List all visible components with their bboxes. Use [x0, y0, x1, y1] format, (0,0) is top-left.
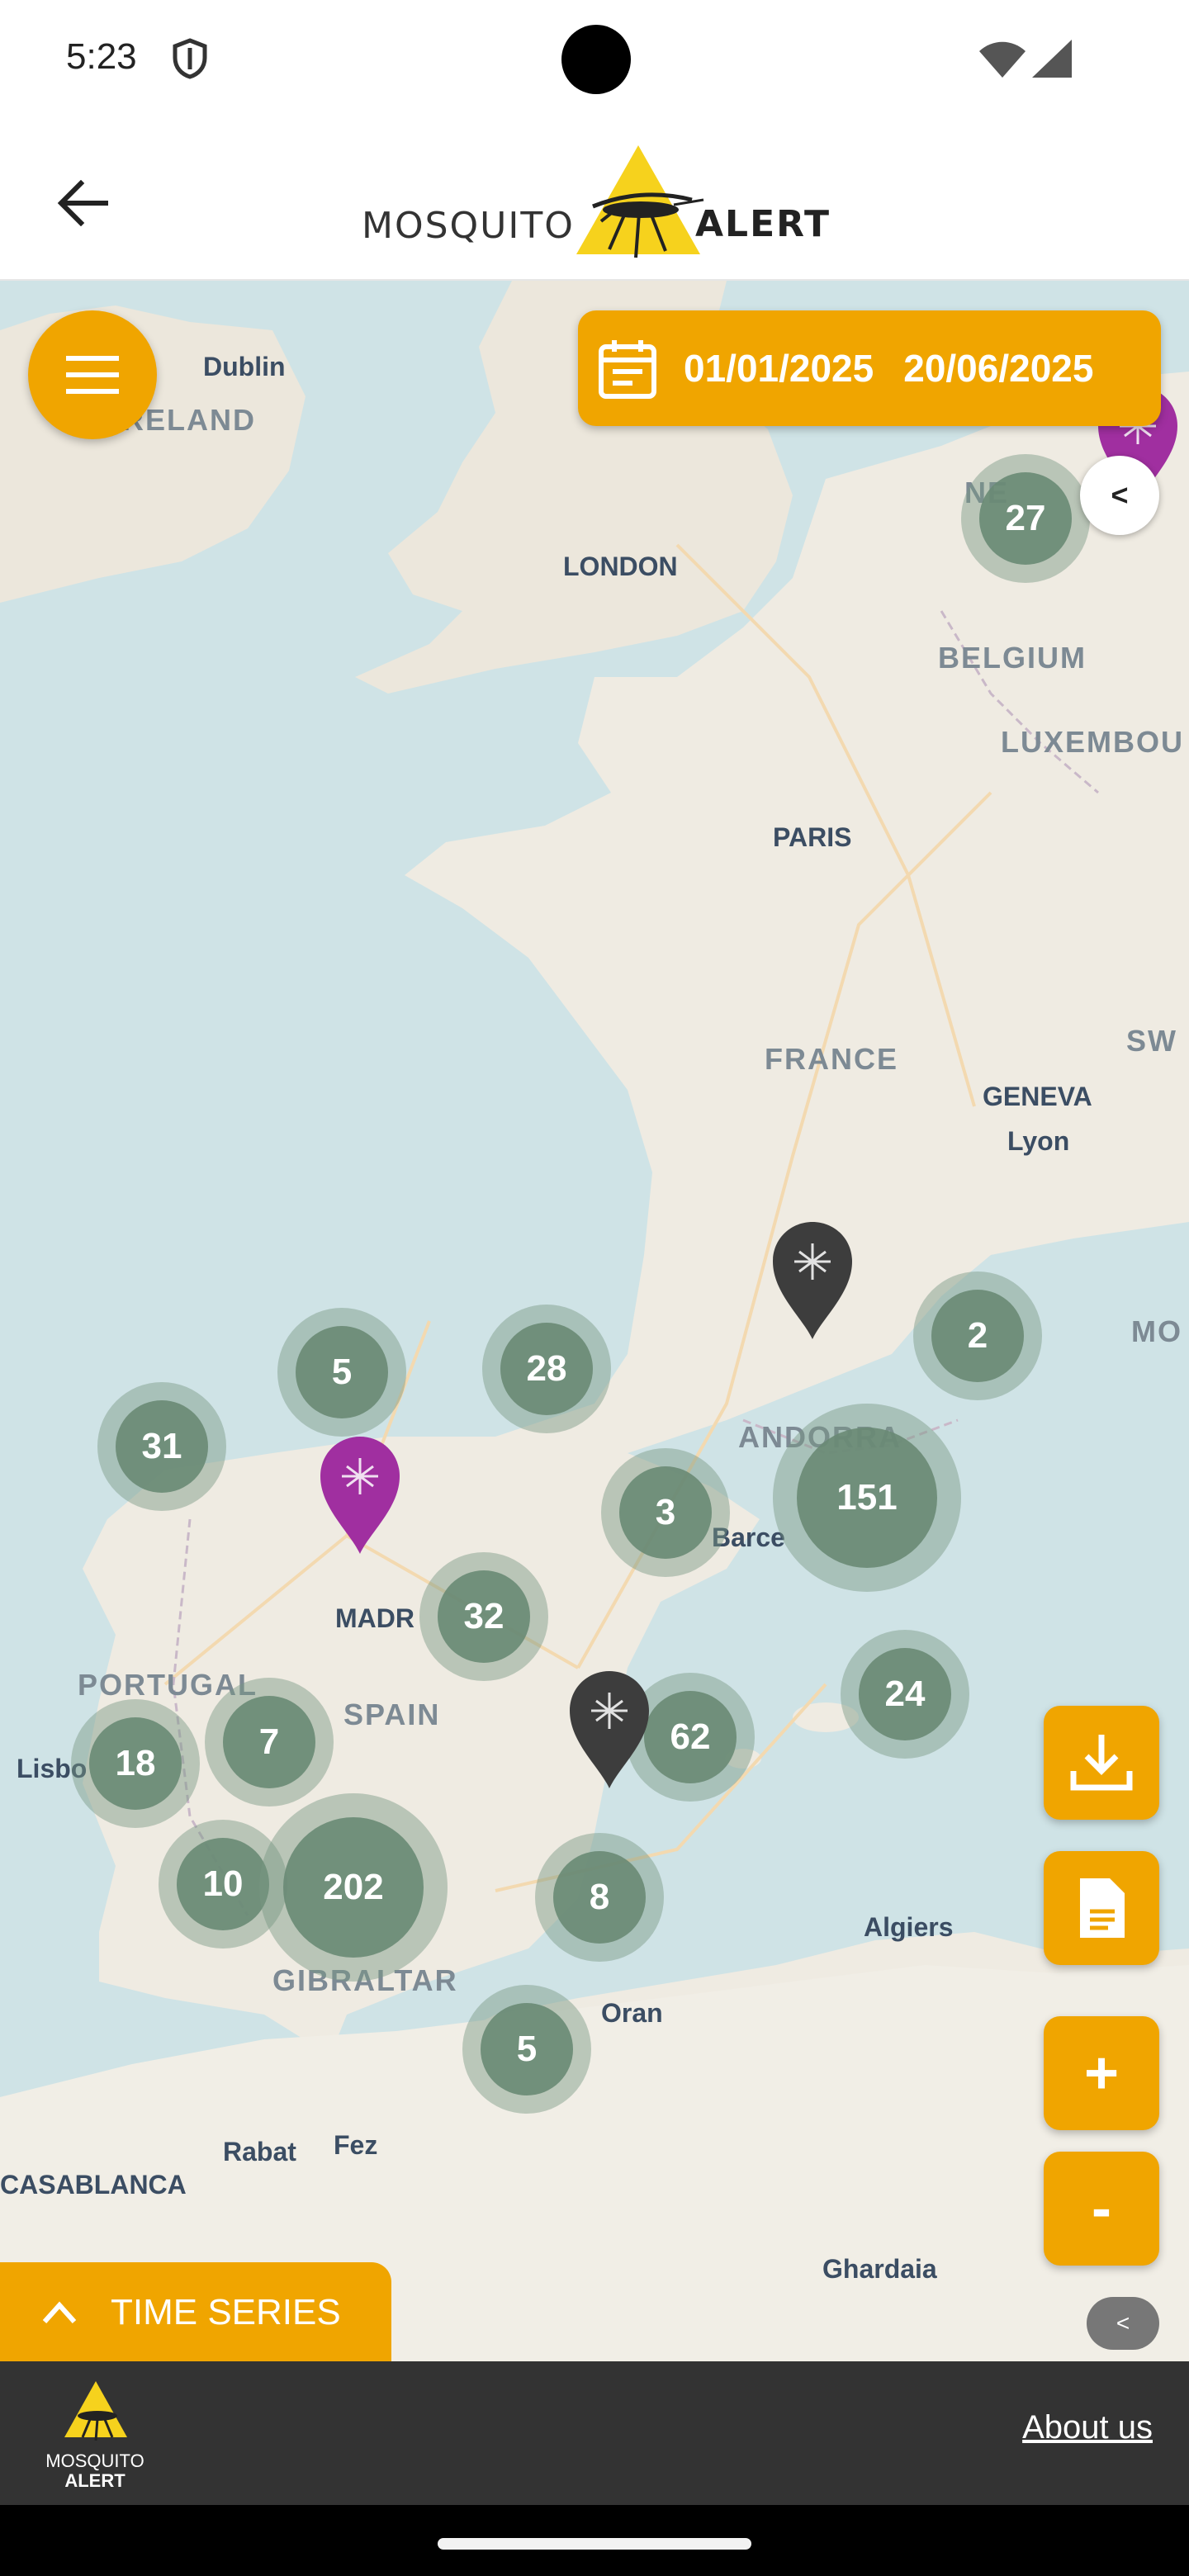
attribution-toggle[interactable]: <	[1087, 2297, 1159, 2350]
status-bar: 5:23	[0, 0, 1189, 124]
download-button[interactable]	[1044, 1706, 1159, 1820]
date-to: 20/06/2025	[903, 347, 1094, 390]
report-button[interactable]	[1044, 1851, 1159, 1965]
home-gesture-handle[interactable]	[438, 2538, 751, 2550]
app-header: MOSQUITO ALERT	[0, 124, 1189, 281]
observation-pin[interactable]	[566, 1668, 652, 1790]
app-root: 5:23 MOSQUITO ALERT Dublin RELAND LONDON…	[0, 0, 1189, 2576]
place-label: MO	[1131, 1314, 1182, 1348]
observation-cluster[interactable]: 202	[259, 1793, 448, 1982]
place-label: GENEVA	[983, 1082, 1092, 1111]
observation-cluster[interactable]: 7	[205, 1678, 334, 1807]
place-label: Lyon	[1007, 1126, 1070, 1156]
signal-icon	[1032, 40, 1072, 82]
hamburger-icon	[66, 356, 119, 394]
footer-logo-word-mosquito: MOSQUITO	[45, 2451, 144, 2471]
about-us-link[interactable]: About us	[1022, 2409, 1153, 2446]
place-label: SW	[1126, 1024, 1177, 1058]
date-from: 01/01/2025	[684, 347, 874, 390]
observation-cluster[interactable]: 31	[97, 1382, 226, 1511]
observation-cluster[interactable]: 5	[277, 1308, 406, 1437]
place-label: PARIS	[773, 822, 852, 852]
place-label: Algiers	[864, 1912, 954, 1942]
observation-cluster[interactable]: 32	[419, 1552, 548, 1681]
place-label: Dublin	[203, 352, 286, 381]
back-button[interactable]	[50, 170, 116, 236]
camera-cutout	[561, 25, 631, 94]
chevron-up-icon	[42, 2301, 77, 2324]
observation-cluster[interactable]: 24	[841, 1630, 969, 1759]
calendar-icon	[599, 340, 656, 399]
place-label: CASABLANCA	[0, 2170, 187, 2200]
arrow-left-icon	[57, 180, 108, 226]
observation-cluster[interactable]: 3	[601, 1448, 730, 1577]
mosquito-logo-icon	[576, 145, 704, 258]
shield-icon	[172, 38, 208, 79]
document-icon	[1080, 1878, 1125, 1938]
place-label: BELGIUM	[938, 641, 1087, 675]
observation-pin[interactable]	[770, 1219, 855, 1341]
collapse-panel-button[interactable]: <	[1080, 456, 1159, 535]
logo-word-alert: ALERT	[695, 203, 831, 245]
place-label: LONDON	[563, 552, 678, 581]
place-label: Rabat	[223, 2137, 296, 2166]
place-label: LUXEMBOU	[1001, 725, 1184, 759]
zoom-in-button[interactable]: +	[1044, 2016, 1159, 2130]
observation-cluster[interactable]: 8	[535, 1833, 664, 1962]
observation-cluster[interactable]: 151	[773, 1404, 961, 1592]
footer-logo: MOSQUITO ALERT	[33, 2379, 157, 2491]
place-label: MADR	[335, 1603, 414, 1633]
status-time: 5:23	[66, 36, 137, 77]
observation-cluster[interactable]: 27	[961, 454, 1090, 583]
date-range-picker[interactable]: 01/01/2025 20/06/2025	[578, 310, 1161, 426]
place-label: FRANCE	[765, 1042, 898, 1076]
download-icon	[1070, 1735, 1133, 1791]
app-logo: MOSQUITO ALERT	[362, 137, 841, 269]
menu-button[interactable]	[28, 310, 157, 439]
wifi-icon	[979, 41, 1026, 82]
observation-cluster[interactable]: 18	[71, 1699, 200, 1828]
place-label: SPAIN	[343, 1698, 441, 1731]
system-nav-bar	[0, 2505, 1189, 2576]
place-label: Oran	[601, 1998, 663, 2028]
place-label: Fez	[334, 2130, 378, 2160]
place-label: Ghardaia	[822, 2254, 937, 2284]
zoom-out-button[interactable]: -	[1044, 2152, 1159, 2266]
app-footer: MOSQUITO ALERT About us	[0, 2361, 1189, 2505]
observation-cluster[interactable]: 2	[913, 1271, 1042, 1400]
footer-logo-word-alert: ALERT	[64, 2470, 126, 2491]
mosquito-logo-icon	[64, 2381, 127, 2441]
observation-cluster[interactable]: 28	[482, 1305, 611, 1433]
logo-word-mosquito: MOSQUITO	[362, 205, 575, 247]
time-series-label: TIME SERIES	[111, 2292, 341, 2332]
map-view[interactable]: Dublin RELAND LONDON BELGIUM LUXEMBOU PA…	[0, 281, 1189, 2361]
time-series-toggle[interactable]: TIME SERIES	[0, 2262, 391, 2361]
observation-pin[interactable]	[317, 1433, 403, 1556]
observation-cluster[interactable]: 5	[462, 1985, 591, 2114]
